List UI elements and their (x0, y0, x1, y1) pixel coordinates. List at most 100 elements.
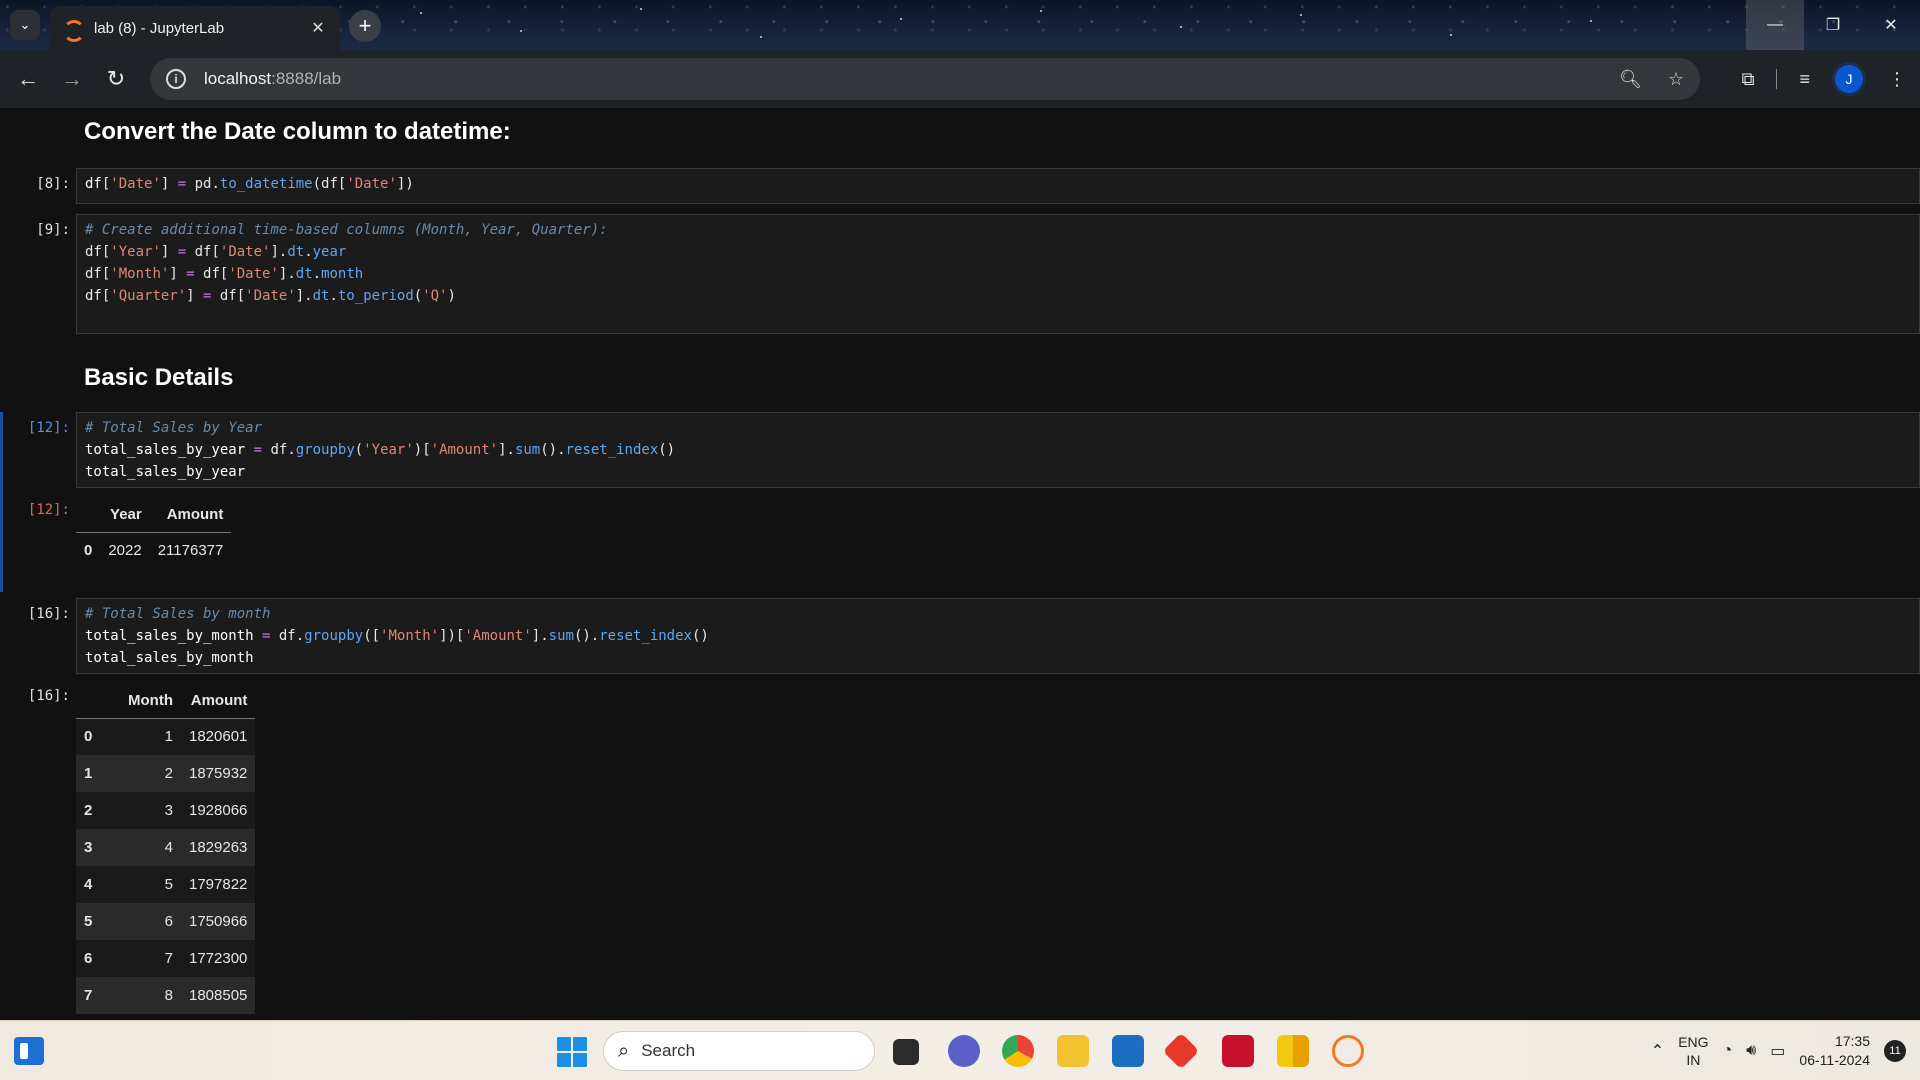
chevron-up-icon[interactable]: ⌃ (1651, 1041, 1664, 1061)
clock-date: 06-11-2024 (1799, 1052, 1870, 1068)
language-code: ENG (1678, 1034, 1709, 1050)
power-bi-icon[interactable] (1277, 1035, 1309, 1067)
reload-icon: ↻ (106, 66, 126, 91)
wifi-icon[interactable]: ◔ (1723, 1042, 1733, 1060)
browser-titlebar: ⌄ lab (8) - JupyterLab ✕ + — ❐ ✕ (0, 0, 1920, 50)
bookmark-star-icon[interactable]: ☆ (1668, 69, 1684, 90)
table-header-row: Year Amount (76, 498, 232, 533)
chevron-down-icon: ⌄ (19, 17, 31, 32)
column-header: Month (120, 684, 181, 719)
row-index: 1 (84, 765, 93, 782)
code-cell-16[interactable]: # Total Sales by month total_sales_by_mo… (76, 598, 1920, 674)
column-header: Amount (149, 498, 232, 533)
row-index: 7 (84, 987, 93, 1004)
markdown-heading-date: Convert the Date column to datetime: (84, 118, 511, 145)
table-cell: 8 (164, 987, 173, 1004)
profile-avatar[interactable]: J (1832, 62, 1866, 96)
cell-12-prompt: [12]: (27, 420, 70, 436)
table-cell: 3 (164, 802, 173, 819)
windows-logo-icon (557, 1053, 571, 1067)
widgets-icon[interactable] (14, 1037, 44, 1065)
arrow-left-icon: ← (17, 66, 39, 91)
taskbar-search[interactable]: ⌕ Search (603, 1031, 875, 1071)
table-row: 1 2 1875932 (76, 755, 256, 792)
index-header (76, 684, 120, 719)
start-button[interactable] (557, 1037, 587, 1067)
jupyter-favicon-icon (62, 19, 85, 42)
site-info-icon[interactable]: i (166, 69, 186, 89)
table-row: 3 4 1829263 (76, 829, 256, 866)
cell-8-prompt: [8]: (36, 176, 70, 192)
anydesk-icon[interactable] (1162, 1032, 1200, 1070)
windows-logo-icon (557, 1037, 571, 1051)
code-cell-9[interactable]: # Create additional time-based columns (… (76, 214, 1920, 334)
window-controls: — ❐ ✕ (1746, 0, 1920, 50)
plus-icon: + (358, 13, 372, 38)
tab-close-icon[interactable]: ✕ (308, 18, 328, 38)
table-cell: 1 (164, 728, 173, 746)
url-path: :8888/lab (271, 69, 342, 88)
table-cell: 1928066 (188, 802, 248, 819)
chrome-icon[interactable] (1002, 1035, 1034, 1067)
column-header: Amount (180, 684, 256, 719)
url-host: localhost (204, 69, 272, 88)
windows-taskbar: ⌕ Search ⌃ ENG IN ◔ 🔊︎ ▭ 17:35 06-11-202… (0, 1020, 1920, 1080)
code-cell-8[interactable]: df['Date'] = pd.to_datetime(df['Date']) (76, 168, 1920, 204)
cell-12-output-prompt: [12]: (27, 502, 70, 518)
media-controls-icon[interactable]: ≡ (1799, 69, 1810, 90)
clock[interactable]: 17:35 06-11-2024 (1799, 1032, 1870, 1070)
row-index: 3 (84, 839, 93, 856)
notification-badge[interactable]: 11 (1884, 1040, 1906, 1062)
table-row: 4 5 1797822 (76, 866, 256, 903)
address-bar[interactable]: i localhost :8888/lab 🔍︎ ☆ (150, 58, 1700, 100)
row-index: 0 (84, 728, 93, 746)
clock-time: 17:35 (1834, 1033, 1870, 1049)
forward-button[interactable]: → (50, 57, 94, 101)
task-view-icon[interactable] (893, 1039, 919, 1065)
table-cell: 5 (164, 876, 173, 893)
table-row: 2 3 1928066 (76, 792, 256, 829)
table-cell: 1875932 (188, 765, 248, 782)
zoom-icon[interactable]: 🔍︎ (1619, 69, 1642, 90)
jupyter-icon[interactable] (1332, 1035, 1364, 1067)
region-code: IN (1686, 1052, 1701, 1068)
tab-search-button[interactable]: ⌄ (10, 10, 40, 40)
microsoft-store-icon[interactable] (1112, 1035, 1144, 1067)
more-menu-icon[interactable]: ⋮ (1888, 69, 1906, 90)
new-tab-button[interactable]: + (349, 10, 381, 42)
table-cell: 1808505 (188, 987, 248, 1004)
table-cell: 7 (164, 950, 173, 967)
tab-jupyterlab[interactable]: lab (8) - JupyterLab ✕ (50, 6, 340, 50)
code-cell-12[interactable]: # Total Sales by Year total_sales_by_yea… (76, 412, 1920, 488)
teams-chat-icon[interactable] (948, 1035, 980, 1067)
row-index: 5 (84, 913, 93, 930)
reload-button[interactable]: ↻ (94, 57, 138, 101)
minimize-button[interactable]: — (1746, 0, 1804, 50)
cell-16-output-prompt: [16]: (27, 688, 70, 704)
file-explorer-icon[interactable] (1057, 1035, 1089, 1067)
year-sales-table: Year Amount 0 2022 21176377 (76, 498, 232, 569)
table-cell: 1750966 (188, 913, 248, 930)
language-indicator[interactable]: ENG IN (1678, 1033, 1708, 1069)
row-index: 6 (84, 950, 93, 967)
arrow-right-icon: → (61, 66, 83, 91)
toolbar-divider (1776, 69, 1778, 89)
table-cell: 1772300 (188, 950, 248, 967)
search-icon: ⌕ (618, 1039, 630, 1062)
tab-title: lab (8) - JupyterLab (94, 19, 225, 37)
month-sales-table: Month Amount 0 1 1820601 1 2 1875932 2 3 19280… (76, 684, 256, 1014)
table-row: 5 6 1750966 (76, 903, 256, 940)
battery-icon[interactable]: ▭ (1770, 1041, 1785, 1061)
volume-icon[interactable]: 🔊︎ (1746, 1042, 1756, 1060)
mcafee-icon[interactable] (1222, 1035, 1254, 1067)
table-cell: 2022 (108, 542, 142, 560)
extensions-icon[interactable]: ⧉ (1742, 69, 1755, 90)
table-cell: 21176377 (157, 542, 224, 560)
restore-button[interactable]: ❐ (1804, 0, 1862, 50)
table-cell: 1820601 (188, 728, 248, 746)
close-window-button[interactable]: ✕ (1862, 0, 1920, 50)
back-button[interactable]: ← (6, 57, 50, 101)
table-cell: 2 (164, 765, 173, 782)
table-row: 0 2022 21176377 (76, 532, 232, 569)
table-row: 6 7 1772300 (76, 940, 256, 977)
